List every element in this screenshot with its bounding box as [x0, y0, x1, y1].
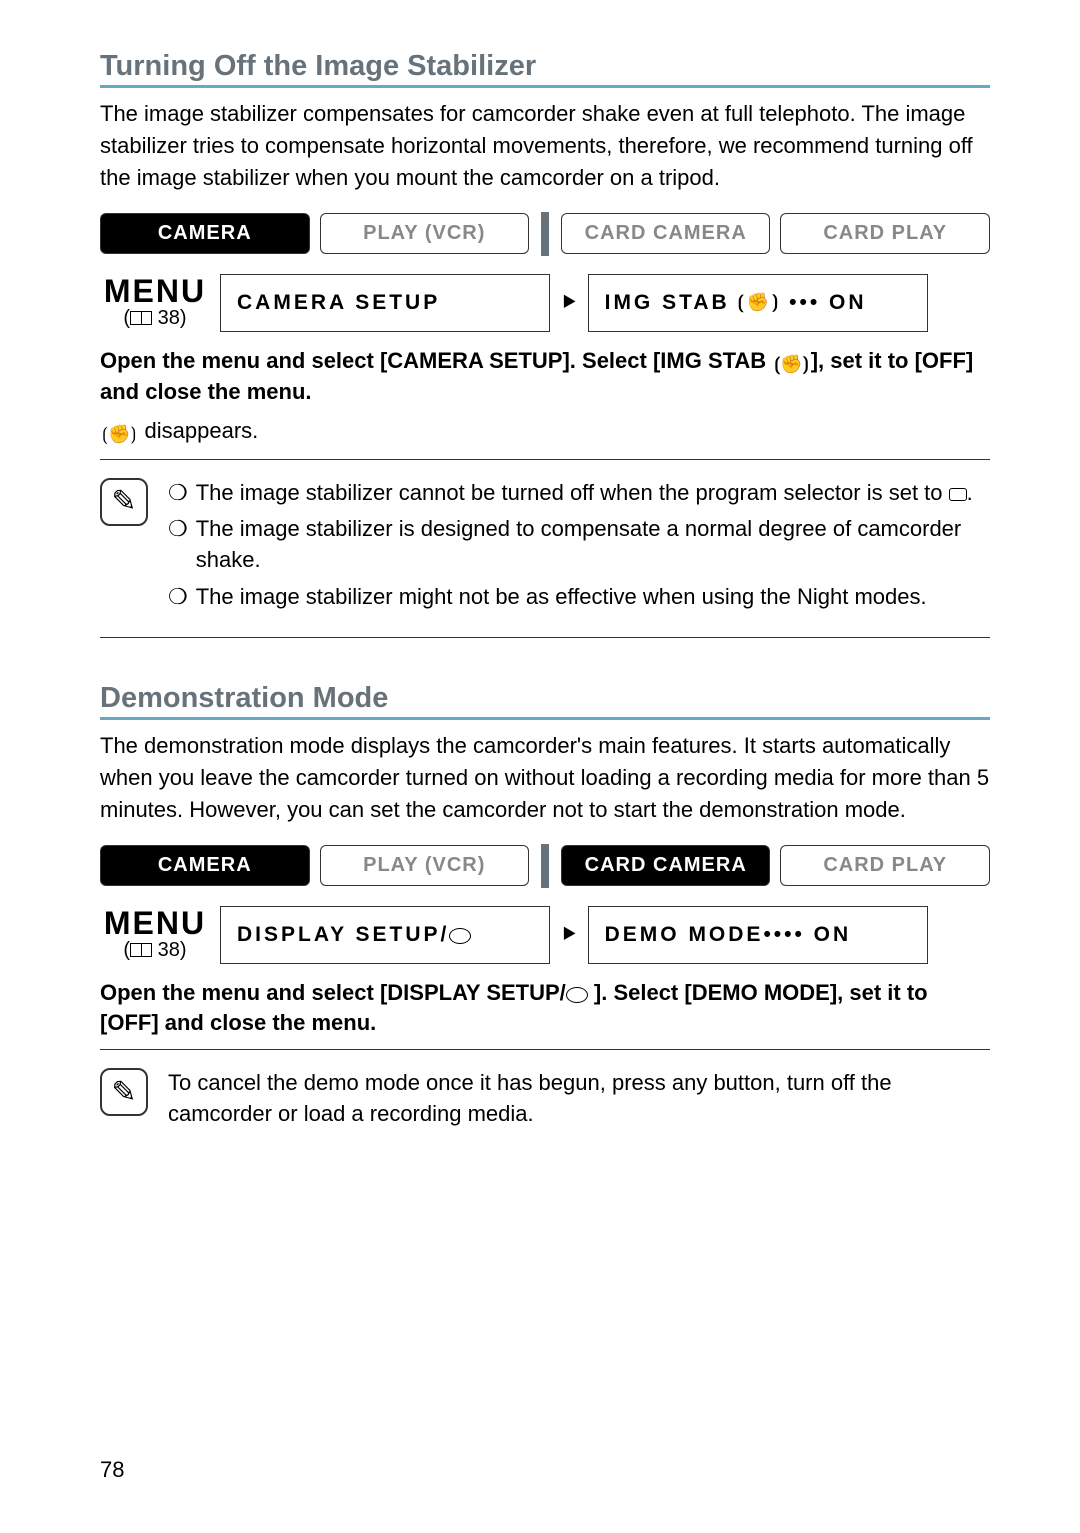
bullet-icon: ❍ — [168, 582, 188, 613]
bullet-icon: ❍ — [168, 514, 188, 576]
status-text: disappears. — [138, 418, 258, 443]
heading-demonstration-mode: Demonstration Mode — [100, 682, 990, 720]
page-number: 78 — [100, 1457, 124, 1483]
menu-box-camera-setup: CAMERA SETUP — [220, 274, 550, 332]
body-demonstration-mode: The demonstration mode displays the camc… — [100, 730, 990, 826]
menu-box-demo-mode: DEMO MODE•••• ON — [588, 906, 928, 964]
mode-camera: CAMERA — [100, 845, 310, 886]
notes-icon: ✎ — [100, 1068, 148, 1116]
menu-ref-num: 38 — [158, 939, 180, 961]
menu-label: MENU ( 38) — [100, 907, 210, 962]
mode-divider — [541, 212, 549, 256]
display-setup-icon — [566, 987, 588, 1003]
menu-row-s2: MENU ( 38) DISPLAY SETUP/ ⯈ DEMO MODE•••… — [100, 906, 990, 964]
book-icon — [130, 943, 152, 957]
mode-play-vcr: PLAY (VCR) — [320, 213, 530, 254]
arrow-right-icon: ⯈ — [560, 922, 578, 948]
menu-ref: ( 38) — [100, 939, 210, 962]
note-item: ❍ The image stabilizer is designed to co… — [168, 514, 990, 576]
note-item: To cancel the demo mode once it has begu… — [168, 1068, 990, 1130]
menu-box-item-label: DISPLAY SETUP/ — [237, 923, 449, 946]
bullet-icon: ❍ — [168, 478, 188, 509]
note-text: To cancel the demo mode once it has begu… — [168, 1068, 990, 1130]
status-disappears: ⟮✊⟯ disappears. — [100, 418, 990, 445]
note-text: The image stabilizer is designed to comp… — [196, 514, 990, 576]
stabilizer-icon: ⟮✊⟯ — [774, 352, 808, 377]
arrow-right-icon: ⯈ — [560, 290, 578, 316]
mode-play-vcr: PLAY (VCR) — [320, 845, 530, 886]
note-item: ❍ The image stabilizer cannot be turned … — [168, 478, 990, 509]
mode-camera: CAMERA — [100, 213, 310, 254]
note-item: ❍ The image stabilizer might not be as e… — [168, 582, 990, 613]
display-setup-icon — [449, 928, 471, 944]
book-icon — [130, 311, 152, 325]
note-list-s1: ❍ The image stabilizer cannot be turned … — [168, 478, 990, 619]
menu-row-s1: MENU ( 38) CAMERA SETUP ⯈ IMG STAB ⟮✊⟯ •… — [100, 274, 990, 332]
mode-divider — [541, 844, 549, 888]
menu-word: MENU — [100, 275, 210, 307]
stabilizer-icon: ⟮✊⟯ — [102, 424, 136, 445]
menu-word: MENU — [100, 907, 210, 939]
menu-box-item-val: ••• ON — [789, 291, 866, 315]
body-image-stabilizer: The image stabilizer compensates for cam… — [100, 98, 990, 194]
menu-box-img-stab: IMG STAB ⟮✊⟯ ••• ON — [588, 274, 928, 332]
instruction-s1: Open the menu and select [CAMERA SETUP].… — [100, 346, 990, 408]
menu-box-display-setup: DISPLAY SETUP/ — [220, 906, 550, 964]
notes-block-s1: ✎ ❍ The image stabilizer cannot be turne… — [100, 459, 990, 638]
instruction-s2: Open the menu and select [DISPLAY SETUP/… — [100, 978, 990, 1040]
mode-card-camera: CARD CAMERA — [561, 213, 771, 254]
instruction-s2-part-a: Open the menu and select [DISPLAY SETUP/ — [100, 980, 566, 1005]
note-text: . — [967, 480, 973, 505]
note-list-s2: To cancel the demo mode once it has begu… — [168, 1068, 990, 1136]
menu-label: MENU ( 38) — [100, 275, 210, 330]
stabilizer-icon: ⟮✊⟯ — [738, 292, 781, 313]
note-text: The image stabilizer might not be as eff… — [196, 582, 927, 613]
mode-row-s2: CAMERA PLAY (VCR) CARD CAMERA CARD PLAY — [100, 844, 990, 888]
mode-card-play: CARD PLAY — [780, 213, 990, 254]
notes-icon: ✎ — [100, 478, 148, 526]
notes-block-s2: ✎ To cancel the demo mode once it has be… — [100, 1049, 990, 1154]
heading-image-stabilizer: Turning Off the Image Stabilizer — [100, 50, 990, 88]
note-text: The image stabilizer cannot be turned of… — [196, 480, 949, 505]
menu-ref-num: 38 — [158, 307, 180, 329]
instruction-s1-part-a: Open the menu and select [CAMERA SETUP].… — [100, 348, 772, 373]
menu-ref: ( 38) — [100, 307, 210, 330]
mode-card-camera: CARD CAMERA — [561, 845, 771, 886]
mode-row-s1: CAMERA PLAY (VCR) CARD CAMERA CARD PLAY — [100, 212, 990, 256]
menu-box-item-label: IMG STAB — [605, 291, 730, 315]
auto-mode-icon — [949, 488, 967, 501]
mode-card-play: CARD PLAY — [780, 845, 990, 886]
